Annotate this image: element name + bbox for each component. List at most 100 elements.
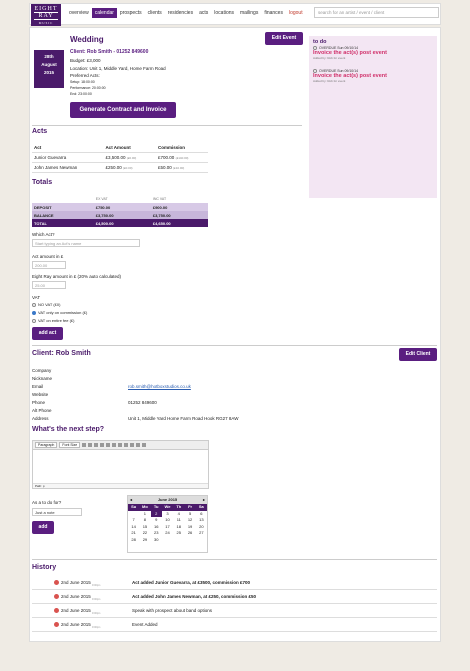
add-button[interactable]: add	[32, 521, 54, 534]
nav-overview[interactable]: overview	[66, 8, 92, 18]
history-item: 2nd June 2015 9:00pm Act added Junior Gu…	[32, 578, 437, 590]
strikethrough-icon[interactable]	[100, 443, 105, 447]
history-date: 2nd June 2015	[61, 608, 91, 613]
todo-item[interactable]: OVERDUE Sun 09/10/14 Invoice the act(s) …	[313, 69, 433, 83]
acts-table: Act Act Amount Commission Junior Guevarr…	[32, 143, 208, 173]
client-address: Unit 1, Middle Yard Home Farm Road Hook …	[128, 416, 239, 421]
history-date: 2nd June 2015	[61, 594, 91, 599]
amount-label: Act amount in £	[32, 254, 64, 259]
edit-client-button[interactable]: Edit Client	[399, 348, 437, 361]
todo-panel: to do OVERDUE Sun 09/10/14 Invoice the a…	[309, 36, 437, 198]
editor-path: Path: p	[33, 483, 208, 488]
which-act-input[interactable]: Start typing an Act's name	[32, 239, 140, 247]
calendar-day	[162, 537, 173, 544]
nav-clients[interactable]: clients	[145, 8, 165, 18]
link-icon[interactable]	[136, 443, 141, 447]
align-right-icon[interactable]	[118, 443, 123, 447]
client-heading: Client: Rob Smith	[32, 350, 91, 357]
search-input[interactable]: search for an artist / event / client	[314, 7, 439, 18]
font-size-select[interactable]: Font Size	[59, 442, 81, 448]
paragraph-select[interactable]: Paragraph	[35, 442, 58, 448]
divider	[32, 345, 437, 346]
todo-question-label: As a to do for?	[32, 500, 62, 505]
calendar-day[interactable]: 29	[139, 537, 150, 544]
vat-option-none[interactable]: NO VAT (£0)	[32, 302, 60, 307]
acts-heading: Acts	[32, 128, 48, 135]
totals-label: BALANCE	[32, 211, 94, 219]
align-left-icon[interactable]	[106, 443, 111, 447]
delete-icon[interactable]	[54, 608, 59, 613]
totals-row-balance: BALANCE £3,750.00 £3,750.00	[32, 211, 208, 219]
act-amount-sub: (£0.00)	[122, 166, 133, 170]
nav-acts[interactable]: acts	[196, 8, 211, 18]
client-field-label: Company	[32, 368, 52, 373]
radio-icon[interactable]	[32, 310, 36, 315]
italic-icon[interactable]	[88, 443, 93, 447]
numbered-list-icon[interactable]	[130, 443, 135, 447]
nav-prospects[interactable]: prospects	[117, 8, 145, 18]
todo-type-select[interactable]: Just a note	[32, 508, 82, 516]
edit-event-button[interactable]: Edit Event	[265, 32, 303, 45]
nav-mailings[interactable]: mailings	[237, 8, 261, 18]
next-month-icon[interactable]: ▸	[203, 496, 205, 504]
note-editor[interactable]: Paragraph Font Size Path: p	[32, 440, 209, 489]
history-time: 9:00pm	[92, 626, 101, 629]
delete-icon[interactable]	[54, 580, 59, 585]
totals-table: EX VAT INC VAT DEPOSIT £750.00 £900.00 B…	[32, 195, 208, 227]
event-client-line[interactable]: Client: Rob Smith - 01252 849600	[70, 49, 148, 55]
event-preferred-acts: Preferred Acts:	[70, 73, 100, 78]
nav-locations[interactable]: locations	[211, 8, 237, 18]
nav-residencies[interactable]: residencies	[165, 8, 196, 18]
generate-contract-button[interactable]: Generate Contract and Invoice	[70, 102, 176, 118]
client-email-link[interactable]: rob.smith@hotboxstudios.co.uk	[128, 384, 191, 389]
radio-icon[interactable]	[32, 318, 36, 323]
table-row[interactable]: Junior Guevarra £3,500.00 (£0.00) £700.0…	[32, 152, 208, 163]
amount-input[interactable]: 200.00	[32, 261, 66, 269]
delete-icon[interactable]	[54, 622, 59, 627]
logo[interactable]: EIGHT RAY MUSIC	[31, 4, 61, 26]
calendar-header: ◂ June 2015 ▸	[128, 496, 207, 504]
date-picker[interactable]: ◂ June 2015 ▸ Su Mo Tu We Th Fr Sa 1 2 3 4 5 6 7 8 9 10 1…	[127, 495, 208, 553]
commission-input[interactable]: 25.00	[32, 281, 66, 289]
history-time: 9:00pm	[92, 598, 101, 601]
act-name: John James Newman	[32, 162, 104, 173]
todo-item[interactable]: OVERDUE Sun 09/10/14 Invoice the act(s) …	[313, 46, 433, 60]
vat-option-entire[interactable]: VAT on entire fee (£)	[32, 318, 74, 323]
event-location: Location: Unit 1, Middle Yard, Home Farm…	[70, 66, 166, 71]
vat-option-label: VAT on entire fee (£)	[38, 318, 75, 323]
main-nav: overview calendar prospects clients resi…	[66, 8, 306, 18]
divider	[32, 125, 302, 126]
act-amount-sub: (£0.00)	[126, 156, 137, 160]
acts-col-act: Act	[32, 143, 104, 153]
totals-heading: Totals	[32, 179, 53, 186]
event-end: End: 23:00:00	[70, 92, 92, 96]
calendar-day	[173, 537, 184, 544]
add-act-button[interactable]: add act	[32, 327, 63, 340]
event-budget: Budget: £3,000	[70, 58, 101, 63]
nav-finances[interactable]: finances	[261, 8, 286, 18]
underline-icon[interactable]	[94, 443, 99, 447]
vat-option-commission[interactable]: VAT only on commission (£)	[32, 310, 87, 315]
bold-icon[interactable]	[82, 443, 87, 447]
nav-logout[interactable]: logout	[286, 8, 306, 18]
image-icon[interactable]	[142, 443, 147, 447]
nav-calendar[interactable]: calendar	[91, 8, 117, 18]
bullet-list-icon[interactable]	[124, 443, 129, 447]
prev-month-icon[interactable]: ◂	[130, 496, 132, 504]
todo-title: to do	[313, 39, 327, 45]
calendar-day[interactable]: 28	[128, 537, 139, 544]
calendar-day	[184, 537, 195, 544]
totals-ex: £3,750.00	[93, 211, 151, 219]
radio-icon[interactable]	[32, 302, 36, 307]
act-amount: £250.00	[105, 165, 122, 170]
history-heading: History	[32, 564, 57, 571]
history-item: 2nd June 2015 9:00pm Speak with prospect…	[32, 606, 437, 618]
calendar-day[interactable]: 30	[151, 537, 162, 544]
totals-col-inc: INC VAT	[152, 197, 167, 201]
table-row[interactable]: John James Newman £250.00 (£0.00) £50.00…	[32, 162, 208, 173]
align-center-icon[interactable]	[112, 443, 117, 447]
history-item: 2nd June 2015 9:00pm Event Added	[32, 620, 437, 632]
history-item: 2nd June 2015 9:00pm Act added John Jame…	[32, 592, 437, 604]
delete-icon[interactable]	[54, 594, 59, 599]
act-commission-sub: (£10.00)	[173, 166, 185, 170]
